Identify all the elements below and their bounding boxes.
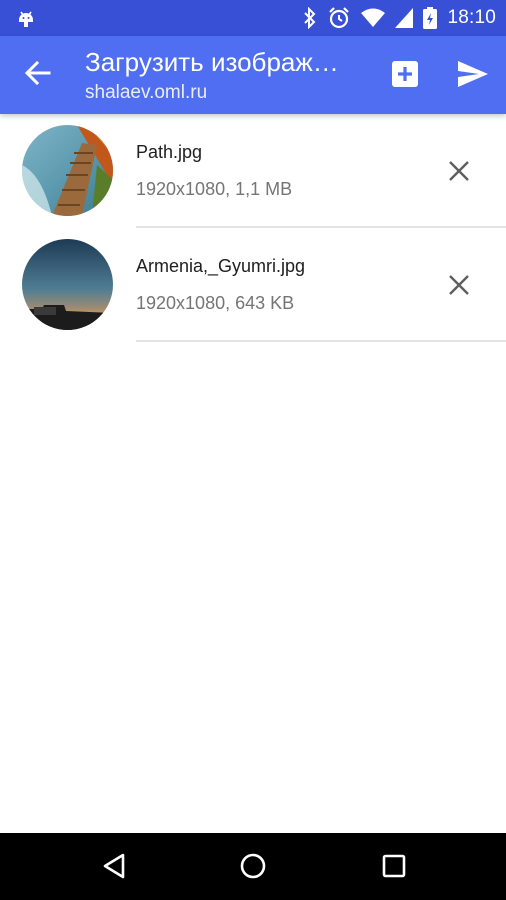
android-icon bbox=[16, 8, 36, 28]
signal-icon bbox=[395, 8, 414, 28]
back-arrow-icon bbox=[24, 60, 51, 91]
add-image-button[interactable] bbox=[385, 56, 425, 96]
file-meta: 1920x1080, 1,1 MB bbox=[136, 179, 293, 199]
status-bar: 18:10 bbox=[0, 0, 506, 36]
list-item[interactable]: Armenia,_Gyumri.jpg 1920x1080, 643 KB bbox=[0, 228, 506, 342]
file-meta: 1920x1080, 643 KB bbox=[136, 293, 295, 313]
back-triangle-icon bbox=[101, 852, 127, 885]
thumbnail-boardwalk bbox=[22, 125, 113, 216]
close-icon bbox=[448, 274, 470, 301]
file-list: Path.jpg 1920x1080, 1,1 MB Armenia,_Gyum… bbox=[0, 114, 506, 342]
file-name: Armenia,_Gyumri.jpg bbox=[136, 256, 306, 276]
file-name: Path.jpg bbox=[136, 142, 203, 162]
nav-back-button[interactable] bbox=[92, 846, 136, 890]
navigation-bar bbox=[0, 833, 506, 900]
send-button[interactable] bbox=[451, 56, 495, 96]
add-box-icon bbox=[391, 60, 419, 93]
divider bbox=[136, 340, 506, 342]
page-title: Загрузить изображ… bbox=[85, 47, 339, 77]
app-bar: Загрузить изображ… shalaev.oml.ru bbox=[0, 36, 506, 114]
title-block: Загрузить изображ… shalaev.oml.ru bbox=[85, 46, 375, 106]
send-icon bbox=[457, 60, 489, 93]
recents-square-icon bbox=[381, 853, 407, 884]
battery-icon bbox=[423, 7, 438, 29]
bluetooth-icon bbox=[303, 7, 317, 29]
close-icon bbox=[448, 160, 470, 187]
back-button[interactable] bbox=[18, 55, 58, 95]
list-item[interactable]: Path.jpg 1920x1080, 1,1 MB bbox=[0, 114, 506, 228]
nav-home-button[interactable] bbox=[231, 846, 275, 890]
alarm-icon bbox=[327, 6, 351, 30]
home-circle-icon bbox=[239, 852, 267, 885]
page-subtitle: shalaev.oml.ru bbox=[85, 82, 208, 103]
nav-recents-button[interactable] bbox=[372, 846, 416, 890]
remove-button[interactable] bbox=[442, 270, 476, 304]
status-time: 18:10 bbox=[447, 7, 496, 28]
wifi-icon bbox=[361, 8, 386, 28]
thumbnail-night-sky bbox=[22, 239, 113, 330]
remove-button[interactable] bbox=[442, 156, 476, 190]
